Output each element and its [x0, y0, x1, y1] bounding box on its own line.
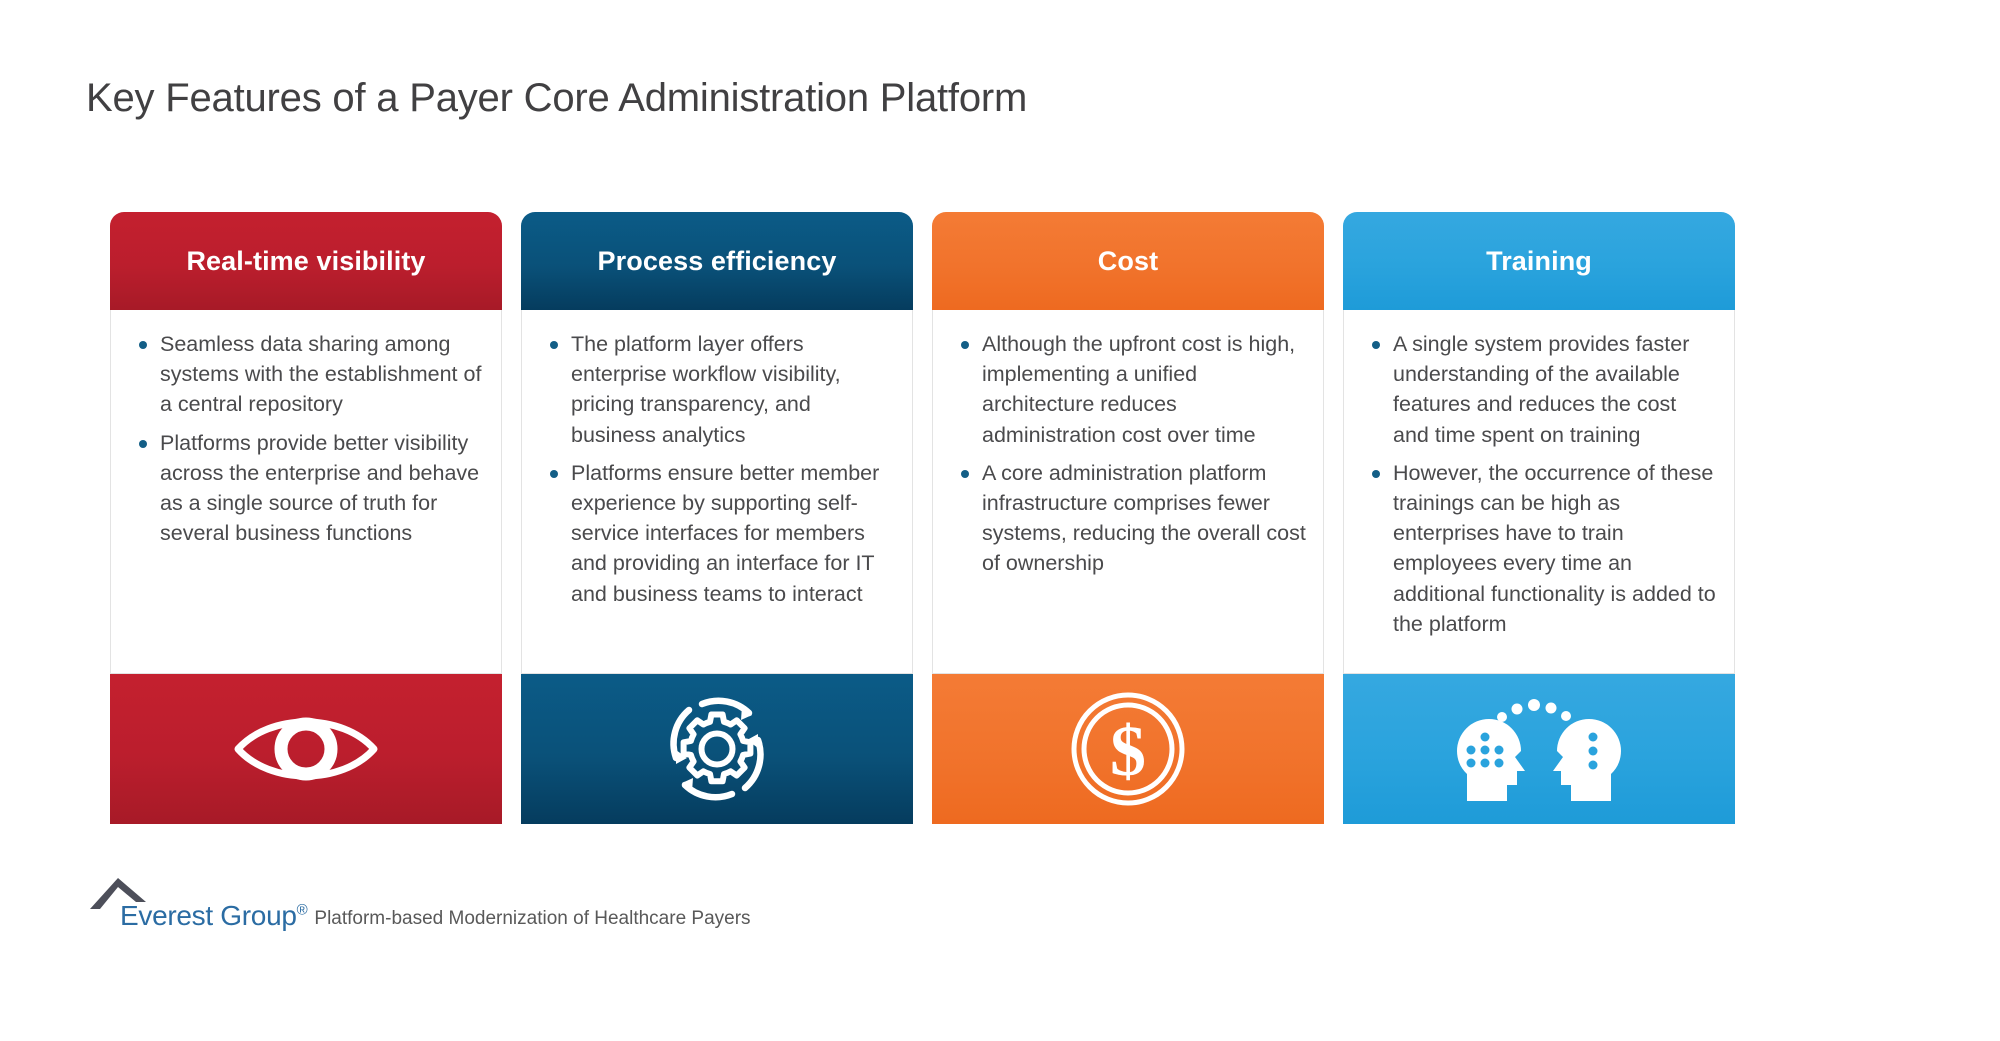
- card-header-training: Training: [1343, 212, 1735, 310]
- list-item: A single system provides faster understa…: [1360, 329, 1718, 450]
- knowledge-transfer-icon: [1453, 693, 1625, 805]
- bullet-dot-icon: [1372, 469, 1380, 478]
- eye-icon: [230, 703, 382, 795]
- bullet-text: Platforms provide better visibility acro…: [160, 430, 480, 546]
- bullet-text: The platform layer offers enterprise wor…: [571, 332, 841, 447]
- card-title: Training: [1486, 245, 1592, 276]
- card-header-real-time-visibility: Real-time visibility: [110, 212, 502, 310]
- list-item: Platforms ensure better member experienc…: [538, 458, 896, 609]
- card-icon-panel-training: [1343, 674, 1735, 824]
- bullet-text: Platforms ensure better member experienc…: [571, 460, 880, 606]
- card-body-training: A single system provides faster understa…: [1343, 310, 1735, 674]
- card-header-cost: Cost: [932, 212, 1324, 310]
- bullet-text: Although the upfront cost is high, imple…: [982, 332, 1296, 447]
- feature-card-cost: Cost Although the upfront cost is high, …: [932, 212, 1324, 824]
- card-title: Cost: [1097, 245, 1159, 276]
- dollar-coin-icon: $: [1069, 690, 1187, 808]
- list-item: A core administration platform infrastru…: [949, 458, 1307, 579]
- card-icon-panel-process-efficiency: [521, 674, 913, 824]
- card-body-process-efficiency: The platform layer offers enterprise wor…: [521, 310, 913, 674]
- card-icon-panel-real-time-visibility: [110, 674, 502, 824]
- page-title: Key Features of a Payer Core Administrat…: [86, 76, 1028, 120]
- list-item: However, the occurrence of these trainin…: [1360, 458, 1718, 639]
- bullet-dot-icon: [961, 469, 969, 478]
- registered-mark-icon: ®: [296, 901, 308, 919]
- feature-card-process-efficiency: Process efficiency The platform layer of…: [521, 212, 913, 824]
- list-item: Seamless data sharing among systems with…: [127, 329, 485, 420]
- gear-cycle-icon: [656, 688, 778, 810]
- mountain-peak-icon: [88, 876, 160, 910]
- everest-group-logo: Everest Group®: [88, 878, 308, 930]
- bullet-dot-icon: [139, 341, 147, 349]
- card-title: Real-time visibility: [186, 245, 426, 276]
- list-item: Platforms provide better visibility acro…: [127, 428, 485, 549]
- feature-card-training: Training A single system provides faster…: [1343, 212, 1735, 824]
- bullet-dot-icon: [550, 469, 558, 478]
- bullet-text: A single system provides faster understa…: [1393, 332, 1690, 447]
- footer: Everest Group® Platform-based Modernizat…: [88, 878, 751, 930]
- card-body-cost: Although the upfront cost is high, imple…: [932, 310, 1324, 674]
- bullet-dot-icon: [961, 341, 969, 349]
- card-header-process-efficiency: Process efficiency: [521, 212, 913, 310]
- svg-text:$: $: [1110, 711, 1146, 791]
- bullet-dot-icon: [1372, 341, 1380, 349]
- card-title: Process efficiency: [597, 245, 837, 276]
- feature-card-real-time-visibility: Real-time visibility Seamless data shari…: [110, 212, 502, 824]
- list-item: Although the upfront cost is high, imple…: [949, 329, 1307, 450]
- feature-card-grid: Real-time visibility Seamless data shari…: [110, 212, 1910, 824]
- footer-caption: Platform-based Modernization of Healthca…: [314, 908, 751, 929]
- bullet-text: Seamless data sharing among systems with…: [160, 332, 482, 417]
- bullet-text: However, the occurrence of these trainin…: [1393, 460, 1716, 636]
- card-icon-panel-cost: $: [932, 674, 1324, 824]
- bullet-text: A core administration platform infrastru…: [982, 460, 1306, 576]
- bullet-dot-icon: [550, 341, 558, 349]
- bullet-dot-icon: [139, 439, 147, 448]
- list-item: The platform layer offers enterprise wor…: [538, 329, 896, 450]
- card-body-real-time-visibility: Seamless data sharing among systems with…: [110, 310, 502, 674]
